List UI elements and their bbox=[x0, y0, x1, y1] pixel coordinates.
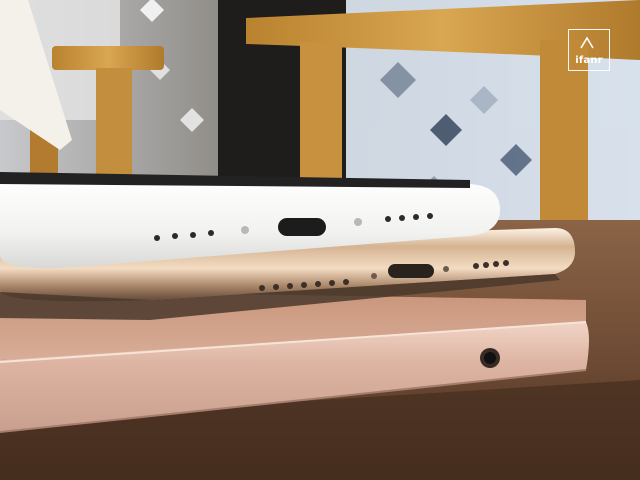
ifanr-watermark-logo: ifanr bbox=[568, 29, 610, 71]
photo-illustration bbox=[0, 0, 640, 480]
usb-c-port bbox=[278, 218, 326, 236]
lightning-port bbox=[388, 264, 434, 278]
watermark-brand-text: ifanr bbox=[575, 55, 603, 66]
ifanr-logo-mark-icon bbox=[580, 36, 594, 49]
photo-scene: ifanr bbox=[0, 0, 640, 480]
